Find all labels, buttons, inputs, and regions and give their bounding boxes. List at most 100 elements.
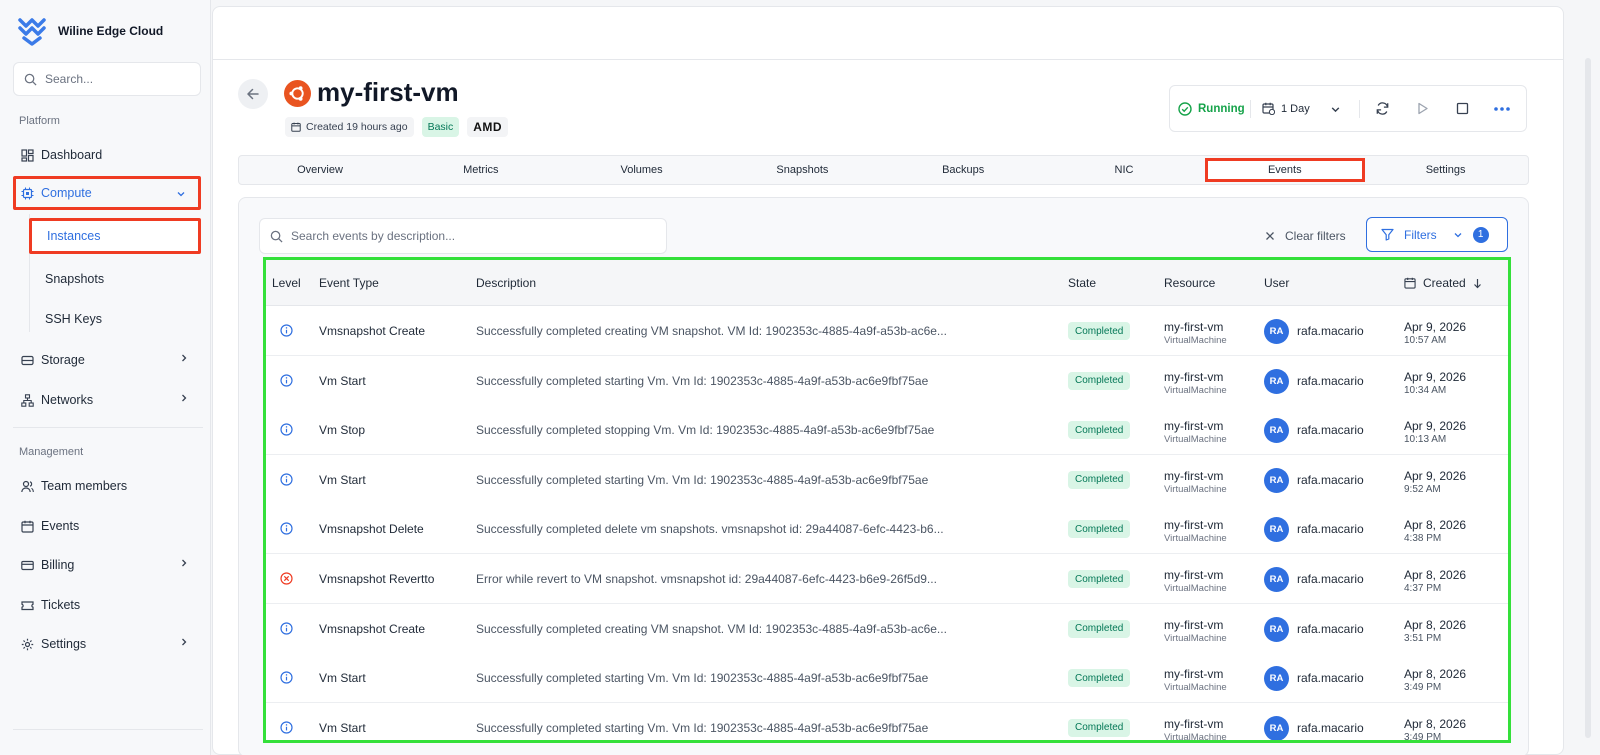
table-row[interactable]: Vmsnapshot Create Successfully completed … [266,306,1508,356]
event-date: Apr 8, 2026 [1404,667,1467,682]
column-header-created[interactable]: Created [1404,276,1482,290]
page-scrollbar[interactable] [1585,58,1591,738]
tab-volumes[interactable]: Volumes [562,156,722,184]
resource-type: VirtualMachine [1164,632,1227,644]
table-row[interactable]: Vm Start Successfully completed starting … [266,454,1508,505]
events-panel: Search events by description... Clear fi… [238,197,1529,755]
vm-meta: Created 19 hours ago Basic AMD [285,117,509,137]
column-header-level[interactable]: Level [272,276,301,290]
chevron-right-icon [182,394,187,402]
back-button[interactable] [238,79,268,109]
table-row[interactable]: Vm Stop Successfully completed stopping V… [266,405,1508,456]
arrow-left-icon [247,88,259,100]
error-icon [280,572,293,588]
sidebar-item-compute[interactable]: Compute [13,176,201,210]
toolbar-divider [1250,100,1251,118]
event-time: 3:49 PM [1404,731,1442,743]
sidebar-item-label: Events [41,519,80,533]
resource-name[interactable]: my-first-vm [1164,370,1223,384]
chevron-right-icon [182,559,187,567]
sidebar-item-storage[interactable]: Storage [13,343,201,377]
play-icon[interactable] [1415,101,1430,116]
table-row[interactable]: Vm Start Successfully completed starting … [266,653,1508,704]
column-header-event-type[interactable]: Event Type [319,276,379,290]
tab-backups[interactable]: Backups [883,156,1043,184]
event-type: Vmsnapshot Revertto [319,572,435,586]
sidebar-item-label: Compute [41,186,92,200]
sidebar-item-networks[interactable]: Networks [13,383,201,417]
table-row[interactable]: Vmsnapshot Revertto Error while revert to… [266,554,1508,604]
resource-name[interactable]: my-first-vm [1164,717,1223,731]
sidebar-item-snapshots[interactable]: Snapshots [29,261,201,297]
status-text: Running [1198,102,1245,115]
state-badge: Completed [1068,718,1131,737]
user-name: rafa.macario [1297,671,1364,686]
sidebar-search-input[interactable]: Search... [13,62,201,96]
sidebar-item-ssh-keys[interactable]: SSH Keys [29,301,201,337]
chevron-right-icon [182,638,187,646]
tab-events[interactable]: Events [1204,158,1365,182]
event-type: Vm Start [319,373,366,388]
column-header-user[interactable]: User [1264,276,1289,290]
tab-nic[interactable]: NIC [1044,156,1204,184]
users-icon [20,479,34,493]
sidebar-item-dashboard[interactable]: Dashboard [13,138,201,172]
event-date: Apr 8, 2026 [1404,568,1467,582]
resource-name[interactable]: my-first-vm [1164,419,1223,433]
sidebar-item-team-members[interactable]: Team members [13,469,201,503]
table-row[interactable]: Vmsnapshot Create Successfully completed … [266,603,1508,654]
resource-type: VirtualMachine [1164,384,1227,396]
tab-settings[interactable]: Settings [1366,156,1526,184]
event-time: 4:37 PM [1404,583,1442,594]
sidebar-item-settings[interactable]: Settings [13,627,201,661]
events-search-placeholder: Search events by description... [291,229,456,243]
table-row[interactable]: Vmsnapshot Delete Successfully completed … [266,504,1508,555]
info-icon [280,473,293,489]
plan-badge: Basic [421,117,460,137]
event-type: Vm Start [319,671,366,686]
sidebar-item-instances[interactable]: Instances [29,218,201,254]
events-search-input[interactable]: Search events by description... [259,218,667,254]
resource-type: VirtualMachine [1164,533,1227,545]
created-badge: Created 19 hours ago [285,117,414,137]
period-select[interactable]: 1 Day [1262,102,1310,115]
clear-filters-label: Clear filters [1285,229,1346,243]
event-time: 3:49 PM [1404,682,1442,694]
tab-overview[interactable]: Overview [240,156,400,184]
sidebar-item-billing[interactable]: Billing [13,548,201,582]
resource-name[interactable]: my-first-vm [1164,568,1223,582]
sidebar-item-events[interactable]: Events [13,509,201,543]
clear-filters-button[interactable]: Clear filters [1265,229,1346,243]
sidebar-item-tickets[interactable]: Tickets [13,588,201,622]
platform-section-label: Platform [19,115,60,127]
info-icon [280,621,293,638]
event-date: Apr 8, 2026 [1404,518,1467,533]
resource-name[interactable]: my-first-vm [1164,469,1223,483]
storage-icon [20,353,34,367]
state-badge: Completed [1068,669,1131,688]
column-header-description[interactable]: Description [476,276,536,290]
resource-name[interactable]: my-first-vm [1164,320,1223,334]
resource-name[interactable]: my-first-vm [1164,518,1223,532]
close-icon [1266,232,1274,240]
column-header-resource[interactable]: Resource [1164,276,1215,290]
table-row[interactable]: Vm Start Successfully completed starting … [266,355,1508,406]
resource-name[interactable]: my-first-vm [1164,667,1223,681]
tab-snapshots[interactable]: Snapshots [722,156,882,184]
resource-type: VirtualMachine [1164,583,1227,594]
event-description: Successfully completed starting Vm. Vm I… [476,472,929,487]
filters-button[interactable]: Filters 1 [1366,217,1508,252]
avatar: RA [1264,368,1289,394]
more-options-icon[interactable] [1493,106,1511,112]
sidebar-item-label: Team members [41,479,128,493]
column-header-state[interactable]: State [1068,276,1096,290]
brand[interactable]: Wiline Edge Cloud [18,16,163,46]
table-row[interactable]: Vm Start Successfully completed starting … [266,702,1508,743]
cpu-icon [20,186,34,200]
resource-name[interactable]: my-first-vm [1164,618,1223,632]
chevron-down-icon[interactable] [1330,104,1341,115]
tab-metrics[interactable]: Metrics [401,156,561,184]
stop-icon[interactable] [1455,101,1470,116]
refresh-icon[interactable] [1375,101,1390,116]
topbar-divider [213,59,1563,60]
